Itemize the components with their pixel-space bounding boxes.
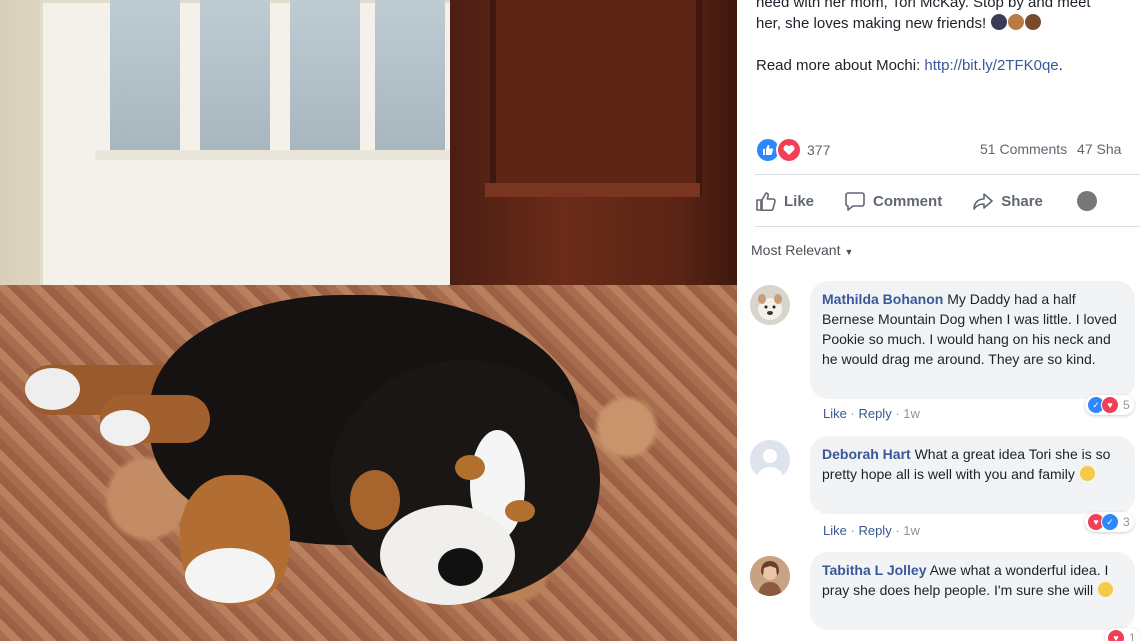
puppy-paw — [25, 368, 80, 410]
like-button[interactable]: Like — [755, 191, 814, 211]
comment-meta: Like · Reply · 1w — [823, 406, 920, 421]
comment-reaction-count: 5 — [1123, 398, 1130, 412]
comment-reaction-badge[interactable]: ♥ 1 — [1105, 628, 1140, 641]
comment-button-label: Comment — [873, 192, 943, 210]
puppy-cheek — [350, 470, 400, 530]
comment-button[interactable]: Comment — [844, 191, 942, 211]
puppy-eyebrow — [505, 500, 535, 522]
comment-bubble: Mathilda Bohanon My Daddy had a half Ber… — [810, 281, 1135, 399]
separator-dot: · — [895, 406, 900, 421]
post-caption: need with her mom, Tori McKay. Stop by a… — [756, 0, 1136, 76]
post-stats: 51 Comments 47 Sha — [980, 141, 1127, 157]
caption-text: . — [1058, 57, 1063, 74]
heart-emoji-icon — [1025, 14, 1042, 30]
share-button[interactable]: Share — [972, 191, 1043, 211]
comment-like-link[interactable]: Like — [823, 406, 847, 421]
caption-line: her, she loves making new friends! — [756, 13, 1136, 34]
comment-reply-link[interactable]: Reply — [858, 406, 891, 421]
share-arrow-icon — [973, 193, 993, 210]
post-side-panel: need with her mom, Tori McKay. Stop by a… — [737, 0, 1140, 641]
love-reaction-icon: ♥ — [1101, 396, 1119, 414]
photo-cabinet-panel — [490, 0, 702, 196]
comment-timestamp[interactable]: 1w — [903, 523, 920, 538]
photo-cabinet-rail — [485, 183, 700, 197]
comment-reaction-badge[interactable]: ✓ ♥ 5 — [1085, 395, 1134, 415]
puppy-nose — [438, 548, 483, 586]
share-button-label: Share — [1001, 192, 1043, 210]
viewer-avatar[interactable] — [1076, 191, 1097, 211]
user-photo-avatar-icon — [750, 556, 790, 596]
comment-meta: Like · Reply · 1w — [823, 523, 920, 538]
photo-window-pane — [375, 0, 445, 150]
separator-dot: · — [850, 406, 855, 421]
comment-sort-dropdown[interactable]: Most Relevant ▼ — [751, 242, 853, 258]
reaction-count[interactable]: 377 — [807, 142, 830, 158]
like-button-label: Like — [784, 192, 815, 210]
comment-reaction-count: 1 — [1129, 631, 1136, 641]
caption-line: need with her mom, Tori McKay. Stop by a… — [756, 0, 1136, 13]
separator-dot: · — [895, 523, 900, 538]
default-profile-icon — [750, 440, 790, 480]
caption-text: her, she loves making new friends! — [756, 15, 987, 32]
love-reaction-icon — [776, 137, 802, 163]
comment-bubble: Deborah Hart What a great idea Tori she … — [810, 436, 1135, 514]
puppy-paw — [100, 410, 150, 446]
separator-dot: · — [850, 523, 855, 538]
post-link[interactable]: http://bit.ly/2TFK0qe — [924, 57, 1058, 74]
smile-emoji-icon — [1079, 466, 1095, 481]
commenter-avatar[interactable] — [750, 556, 790, 596]
love-reaction-icon: ♥ — [1107, 629, 1125, 641]
bulldog-avatar-icon — [750, 285, 790, 325]
puppy-eyebrow — [455, 455, 485, 480]
comment-timestamp[interactable]: 1w — [903, 406, 920, 421]
commenter-name[interactable]: Deborah Hart — [822, 446, 911, 462]
divider — [755, 226, 1140, 227]
comment-reaction-count: 3 — [1123, 515, 1130, 529]
heart-emoji-icon — [991, 14, 1008, 30]
divider — [755, 174, 1140, 175]
puppy-paw — [185, 548, 275, 603]
caption-text: need with her mom, Tori McKay. Stop by a… — [756, 0, 1091, 11]
dog-face-emoji-icon — [1008, 14, 1025, 30]
commenter-name[interactable]: Mathilda Bohanon — [822, 291, 943, 307]
caption-text: Read more about Mochi: — [756, 57, 925, 74]
share-count[interactable]: 47 Sha — [1077, 141, 1121, 157]
comment-sort-label: Most Relevant — [751, 242, 841, 258]
like-reaction-icon: ✓ — [1101, 513, 1119, 531]
post-actions: Like Comment Share — [755, 186, 1140, 216]
comment-reply-link[interactable]: Reply — [858, 523, 891, 538]
photo-window-frame — [95, 150, 450, 160]
comment-bubble-icon — [845, 192, 865, 211]
commenter-name[interactable]: Tabitha L Jolley — [822, 562, 927, 578]
comment-bubble: Tabitha L Jolley Awe what a wonderful id… — [810, 552, 1135, 630]
smile-emoji-icon — [1098, 582, 1114, 597]
caret-down-icon: ▼ — [844, 247, 854, 257]
caption-line: Read more about Mochi: http://bit.ly/2TF… — [756, 55, 1136, 76]
commenter-avatar[interactable] — [750, 440, 790, 480]
comment-reaction-badge[interactable]: ♥ ✓ 3 — [1085, 512, 1134, 532]
photo-window-pane — [290, 0, 360, 150]
photo-window-pane — [200, 0, 270, 150]
thumbs-up-icon — [756, 192, 776, 211]
commenter-avatar[interactable] — [750, 285, 790, 325]
post-reactions[interactable]: 377 — [755, 137, 830, 163]
comment-count[interactable]: 51 Comments — [980, 141, 1067, 157]
photo-window-pane — [110, 0, 180, 150]
comment-like-link[interactable]: Like — [823, 523, 847, 538]
post-photo[interactable] — [0, 0, 737, 641]
